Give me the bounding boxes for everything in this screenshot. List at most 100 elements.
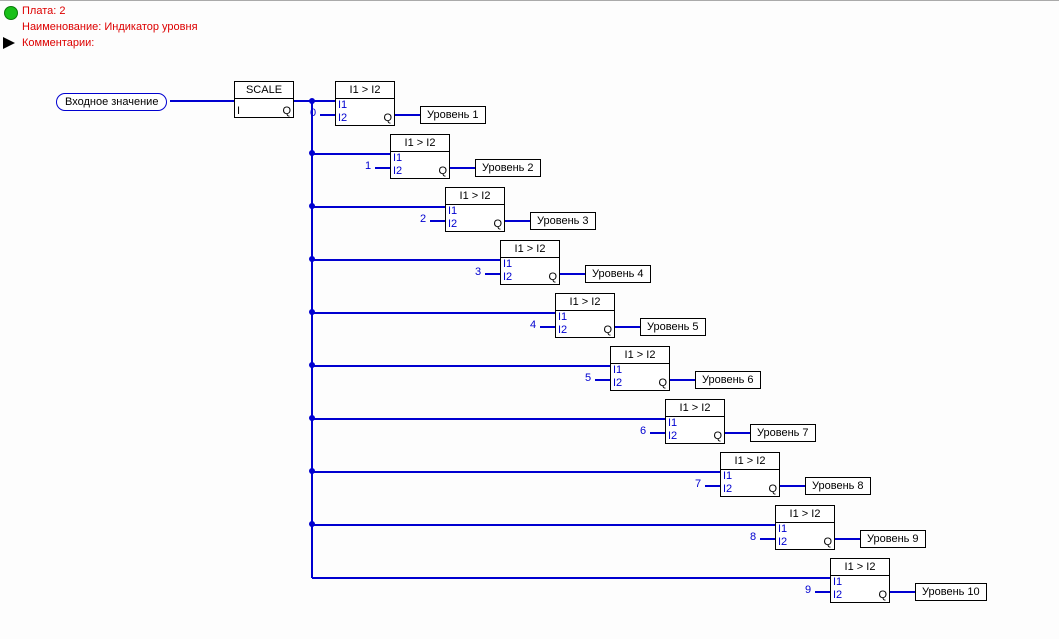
wire [595, 379, 610, 381]
cmp-pin-q: Q [383, 112, 392, 124]
cmp-pin-i1: I1 [668, 417, 677, 429]
cmp-title: I1 > I2 [446, 188, 504, 205]
cmp-pin-q: Q [658, 377, 667, 389]
comparator-block[interactable]: I1 > I2 I1 I2 Q [610, 346, 670, 391]
output-node[interactable]: Уровень 5 [640, 318, 706, 336]
wire [670, 379, 695, 381]
wire [375, 167, 390, 169]
bus-vertical [311, 100, 313, 578]
output-label: Уровень 9 [867, 533, 919, 545]
cmp-pin-q: Q [548, 271, 557, 283]
scale-title: SCALE [235, 82, 293, 99]
wire [312, 100, 335, 102]
wire [485, 273, 500, 275]
cmp-pin-q: Q [713, 430, 722, 442]
output-node[interactable]: Уровень 7 [750, 424, 816, 442]
cmp-pin-i1: I1 [723, 470, 732, 482]
wire [505, 220, 530, 222]
cmp-title: I1 > I2 [611, 347, 669, 364]
cmp-pin-i1: I1 [393, 152, 402, 164]
wire [835, 538, 860, 540]
output-node[interactable]: Уровень 4 [585, 265, 651, 283]
cmp-pin-q: Q [878, 589, 887, 601]
i2-const: 0 [310, 107, 316, 119]
wire [312, 577, 830, 579]
cmp-pin-q: Q [768, 483, 777, 495]
scale-block[interactable]: SCALE I Q [234, 81, 294, 118]
output-label: Уровень 6 [702, 374, 754, 386]
cmp-pin-i2: I2 [778, 536, 787, 548]
wire [890, 591, 915, 593]
wire [430, 220, 445, 222]
output-label: Уровень 1 [427, 109, 479, 121]
scale-pin-q: Q [282, 105, 291, 117]
header-board: Плата: 2 [22, 5, 65, 17]
cmp-title: I1 > I2 [831, 559, 889, 576]
comparator-block[interactable]: I1 > I2 I1 I2 Q [555, 293, 615, 338]
i2-const: 2 [420, 213, 426, 225]
cmp-pin-i2: I2 [448, 218, 457, 230]
wire [312, 471, 720, 473]
output-node[interactable]: Уровень 9 [860, 530, 926, 548]
wire [312, 418, 665, 420]
wire [780, 485, 805, 487]
i2-const: 7 [695, 478, 701, 490]
wire [312, 312, 555, 314]
output-label: Уровень 4 [592, 268, 644, 280]
cmp-title: I1 > I2 [501, 241, 559, 258]
comparator-block[interactable]: I1 > I2 I1 I2 Q [445, 187, 505, 232]
output-node[interactable]: Уровень 1 [420, 106, 486, 124]
wire [312, 524, 775, 526]
comparator-block[interactable]: I1 > I2 I1 I2 Q [500, 240, 560, 285]
input-label: Входное значение [65, 96, 158, 108]
wire [540, 326, 555, 328]
output-node[interactable]: Уровень 6 [695, 371, 761, 389]
output-label: Уровень 3 [537, 215, 589, 227]
comparator-block[interactable]: I1 > I2 I1 I2 Q [390, 134, 450, 179]
i2-const: 1 [365, 160, 371, 172]
cmp-pin-i2: I2 [613, 377, 622, 389]
output-node[interactable]: Уровень 8 [805, 477, 871, 495]
cmp-pin-i1: I1 [833, 576, 842, 588]
comparator-block[interactable]: I1 > I2 I1 I2 Q [335, 81, 395, 126]
cmp-pin-i2: I2 [393, 165, 402, 177]
comparator-block[interactable]: I1 > I2 I1 I2 Q [720, 452, 780, 497]
i2-const: 4 [530, 319, 536, 331]
output-label: Уровень 7 [757, 427, 809, 439]
i2-const: 5 [585, 372, 591, 384]
wire [725, 432, 750, 434]
cmp-pin-i1: I1 [448, 205, 457, 217]
output-node[interactable]: Уровень 10 [915, 583, 987, 601]
cmp-pin-i1: I1 [338, 99, 347, 111]
i2-const: 9 [805, 584, 811, 596]
output-label: Уровень 8 [812, 480, 864, 492]
cmp-title: I1 > I2 [666, 400, 724, 417]
wire [312, 365, 610, 367]
comparator-block[interactable]: I1 > I2 I1 I2 Q [775, 505, 835, 550]
comparator-block[interactable]: I1 > I2 I1 I2 Q [830, 558, 890, 603]
wire [615, 326, 640, 328]
output-label: Уровень 10 [922, 586, 980, 598]
status-dot-icon [4, 6, 18, 20]
output-node[interactable]: Уровень 2 [475, 159, 541, 177]
i2-const: 8 [750, 531, 756, 543]
wire [170, 100, 234, 102]
output-node[interactable]: Уровень 3 [530, 212, 596, 230]
wire [395, 114, 420, 116]
cmp-pin-q: Q [438, 165, 447, 177]
cmp-title: I1 > I2 [721, 453, 779, 470]
input-node[interactable]: Входное значение [56, 93, 167, 111]
comparator-block[interactable]: I1 > I2 I1 I2 Q [665, 399, 725, 444]
i2-const: 3 [475, 266, 481, 278]
scale-pin-i: I [237, 105, 240, 117]
output-label: Уровень 2 [482, 162, 534, 174]
cmp-pin-i2: I2 [558, 324, 567, 336]
wire [312, 259, 500, 261]
header-name: Наименование: Индикатор уровня [22, 21, 198, 33]
header-comment: Комментарии: [22, 37, 94, 49]
cmp-pin-i2: I2 [503, 271, 512, 283]
wire [650, 432, 665, 434]
wire [320, 114, 335, 116]
cmp-title: I1 > I2 [776, 506, 834, 523]
cmp-title: I1 > I2 [336, 82, 394, 99]
